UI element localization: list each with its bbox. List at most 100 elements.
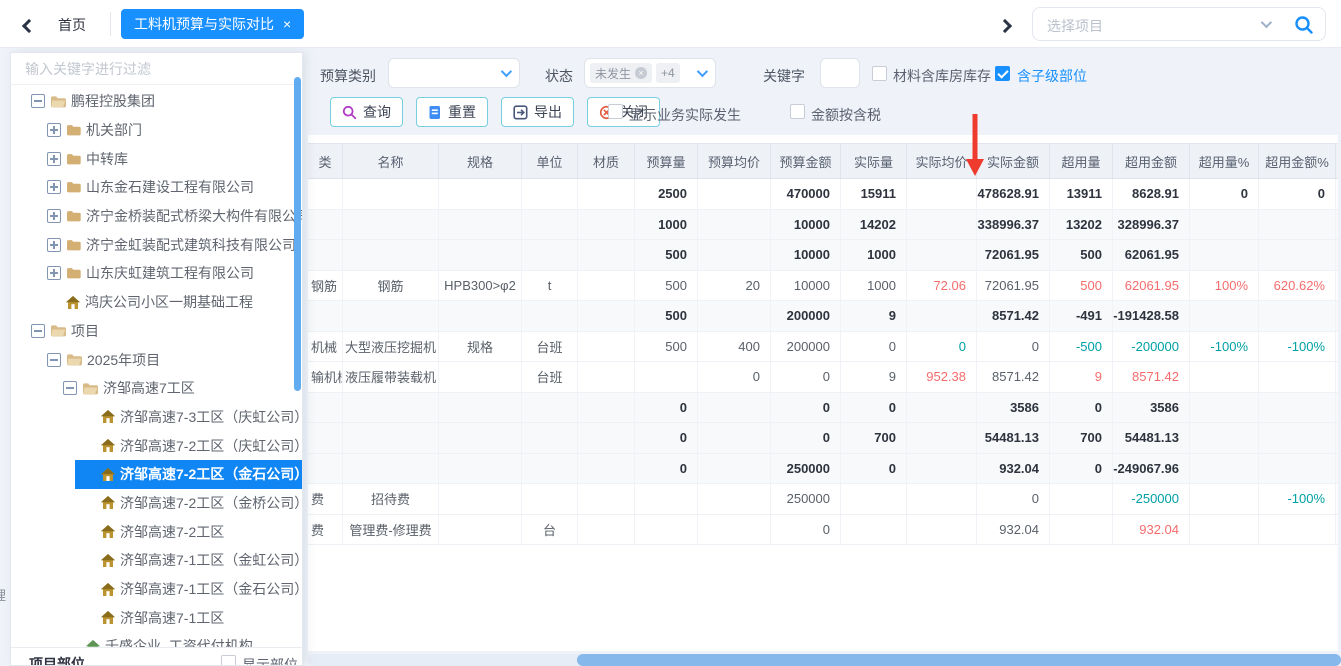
column-header[interactable]: 实际量 xyxy=(841,144,907,178)
column-header[interactable]: 预算金额 xyxy=(771,144,841,178)
collapse-icon[interactable] xyxy=(63,381,77,395)
column-header[interactable]: 超用量% xyxy=(1190,144,1259,178)
clipped-edge-text: 理 xyxy=(0,585,6,604)
folder-open-icon xyxy=(82,382,98,395)
tree-item[interactable]: 济邹高速7-2工区（金桥公司） xyxy=(11,489,302,518)
table-row[interactable]: 50010000100072061.9550062061.95 xyxy=(308,240,1338,271)
expand-icon[interactable] xyxy=(47,152,61,166)
expand-icon[interactable] xyxy=(47,209,61,223)
tree-filter-input[interactable] xyxy=(11,53,302,85)
horizontal-scrollbar-thumb[interactable] xyxy=(577,654,1341,666)
table-row[interactable]: 02500000932.040-249067.96 xyxy=(308,454,1338,485)
column-header[interactable]: 超用金额 xyxy=(1113,144,1190,178)
column-header[interactable]: 超用金额% xyxy=(1259,144,1336,178)
back-chevron-icon[interactable] xyxy=(24,18,34,36)
table-row[interactable]: 10001000014202338996.3713202328996.37 xyxy=(308,210,1338,241)
tag-remove-icon[interactable]: × xyxy=(635,67,647,79)
expand-icon[interactable] xyxy=(47,180,61,194)
search-icon[interactable] xyxy=(1293,14,1315,36)
chevron-down-icon[interactable] xyxy=(1261,17,1272,28)
导出-button[interactable]: 导出 xyxy=(501,97,574,127)
tree-item[interactable]: 济邹高速7-2工区（金石公司） xyxy=(75,460,302,489)
table-row[interactable]: 输机械液压履带装载机台班009952.388571.4298571.42 xyxy=(308,362,1338,393)
table-cell: 13911 xyxy=(1050,179,1113,209)
vertical-scrollbar-thumb[interactable] xyxy=(294,77,301,391)
chevron-down-icon[interactable] xyxy=(501,66,512,77)
chevron-down-icon[interactable] xyxy=(697,66,708,77)
material-stock-checkbox[interactable] xyxy=(872,66,887,81)
tree-item[interactable]: 济邹高速7-2工区 xyxy=(11,517,302,546)
重置-button[interactable]: 重置 xyxy=(416,97,488,127)
column-header[interactable]: 超用量 xyxy=(1050,144,1113,178)
tax-included-checkbox[interactable] xyxy=(790,104,805,119)
column-header[interactable]: 预算量 xyxy=(635,144,698,178)
topbar: 首页 工料机预算与实际对比 × 选择项目 xyxy=(0,0,1341,48)
keyword-input[interactable] xyxy=(820,58,860,88)
tree-item[interactable]: 鹏程控股集团 xyxy=(11,87,302,116)
tab-material-budget-vs-actual[interactable]: 工料机预算与实际对比 × xyxy=(121,9,304,39)
table-cell: HPB300>φ2 xyxy=(439,271,522,301)
column-header[interactable]: 材质 xyxy=(578,144,635,178)
table-cell: 14202 xyxy=(841,210,907,240)
status-select[interactable]: 未发生×+4 xyxy=(584,58,716,88)
expand-icon[interactable] xyxy=(47,238,61,252)
status-tag[interactable]: 未发生× xyxy=(590,63,652,83)
show-actual-checkbox[interactable] xyxy=(608,104,623,119)
tree-item[interactable]: 山东庆虹建筑工程有限公司 xyxy=(11,259,302,288)
table-cell: -100% xyxy=(1259,332,1336,362)
tree-item[interactable]: 项目 xyxy=(11,317,302,346)
expand-icon[interactable] xyxy=(47,266,61,280)
table-cell xyxy=(522,210,578,240)
include-children-checkbox[interactable] xyxy=(995,66,1010,81)
table-row[interactable]: 钢筋钢筋HPB300>φ2t5002010000100072.0672061.9… xyxy=(308,271,1338,302)
table-row[interactable]: 0070054481.1370054481.13 xyxy=(308,423,1338,454)
table-cell xyxy=(1259,393,1336,423)
collapse-icon[interactable] xyxy=(31,94,45,108)
show-parts-checkbox[interactable] xyxy=(221,655,236,666)
show-actual-label: 显示业务实际发生 xyxy=(629,105,741,125)
project-select[interactable]: 选择项目 xyxy=(1032,7,1326,41)
expand-icon[interactable] xyxy=(47,123,61,137)
table-cell: 台 xyxy=(522,515,578,545)
column-header[interactable]: 规格 xyxy=(439,144,522,178)
tree-item[interactable]: 2025年项目 xyxy=(11,345,302,374)
table-cell: 62061.95 xyxy=(1113,240,1190,270)
table-cell xyxy=(308,179,343,209)
status-tag[interactable]: +4 xyxy=(656,63,680,83)
collapse-icon[interactable] xyxy=(31,324,45,338)
tree-item[interactable]: 山东金石建设工程有限公司 xyxy=(11,173,302,202)
tree-item[interactable]: 济宁金虹装配式建筑科技有限公司 xyxy=(11,230,302,259)
tree-item[interactable]: 机关部门 xyxy=(11,116,302,145)
tree-item[interactable]: 济邹高速7工区 xyxy=(11,374,302,403)
table-cell xyxy=(308,210,343,240)
forward-chevron-icon[interactable] xyxy=(1000,18,1010,36)
column-header[interactable]: 预算均价 xyxy=(698,144,771,178)
nav-home[interactable]: 首页 xyxy=(58,15,86,35)
tree-item[interactable]: 济邹高速7-1工区（金石公司） xyxy=(11,575,302,604)
table-row[interactable]: 费招待费2500000-250000-100% xyxy=(308,484,1338,515)
tree-item[interactable]: 济邹高速7-1工区（金虹公司） xyxy=(11,546,302,575)
table-cell: 8571.42 xyxy=(977,362,1050,392)
tree-item[interactable]: 济宁金桥装配式桥梁大构件有限公司 xyxy=(11,202,302,231)
column-header[interactable]: 类 xyxy=(308,144,343,178)
tab-close-icon[interactable]: × xyxy=(283,17,291,31)
table-row[interactable]: 250047000015911478628.91139118628.9100 xyxy=(308,179,1338,210)
tree-item[interactable]: 中转库 xyxy=(11,144,302,173)
tree-item[interactable]: 济邹高速7-2工区（庆虹公司） xyxy=(11,431,302,460)
collapse-icon[interactable] xyxy=(47,353,61,367)
budget-category-select[interactable] xyxy=(388,58,520,88)
table-row[interactable]: 000358603586 xyxy=(308,393,1338,424)
column-header[interactable]: 单位 xyxy=(522,144,578,178)
table-row[interactable]: 机械大型液压挖掘机规格台班500400200000000-500-200000-… xyxy=(308,332,1338,363)
tree-item[interactable]: 济邹高速7-1工区 xyxy=(11,603,302,632)
tree-item[interactable]: 济邹高速7-3工区（庆虹公司） xyxy=(11,403,302,432)
column-header[interactable]: 实际金额 xyxy=(977,144,1050,178)
table-row[interactable]: 50020000098571.42-491-191428.58 xyxy=(308,301,1338,332)
table-row[interactable]: 费管理费-修理费台0932.04932.04 xyxy=(308,515,1338,546)
table-cell: 2500 xyxy=(635,179,698,209)
table-cell: 9 xyxy=(841,362,907,392)
tree-item[interactable]: 鸿庆公司小区一期基础工程 xyxy=(11,288,302,317)
reset-icon xyxy=(428,105,442,120)
column-header[interactable]: 名称 xyxy=(343,144,439,178)
查询-button[interactable]: 查询 xyxy=(330,97,403,127)
